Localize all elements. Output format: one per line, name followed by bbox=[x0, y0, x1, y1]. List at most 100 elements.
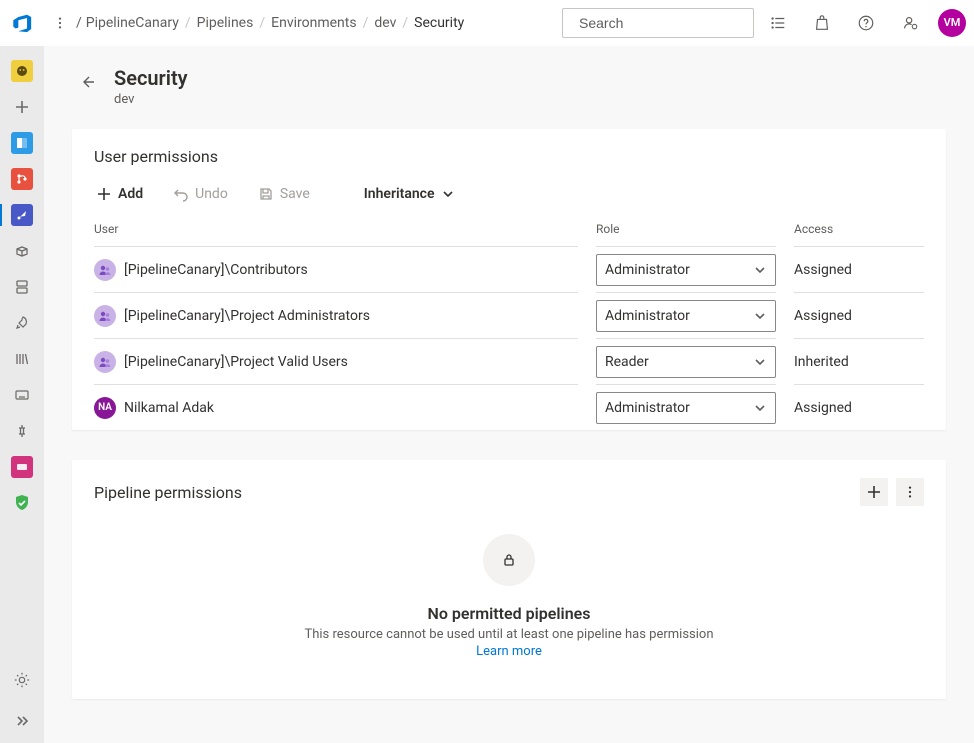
add-pipeline-button[interactable] bbox=[860, 478, 888, 506]
kebab-icon bbox=[53, 16, 67, 30]
role-select[interactable]: Administrator bbox=[596, 254, 776, 286]
header-account-button[interactable] bbox=[890, 0, 930, 46]
commandbar: Add Undo Save Inheritance bbox=[90, 182, 924, 206]
variable-icon bbox=[14, 423, 30, 439]
page-title: Security bbox=[114, 66, 188, 90]
chevron-down-icon bbox=[753, 355, 767, 369]
project-avatar-icon bbox=[11, 60, 33, 82]
table-row-user[interactable]: [PipelineCanary]\Project Valid Users bbox=[94, 338, 578, 384]
empty-state-description: This resource cannot be used until at le… bbox=[304, 627, 713, 642]
table-row-role: Administrator bbox=[596, 246, 776, 292]
table-row-user[interactable]: NA Nilkamal Adak bbox=[94, 384, 578, 430]
repos-icon bbox=[11, 168, 33, 190]
sidebar-server[interactable] bbox=[0, 270, 44, 304]
table-row-access: Assigned bbox=[794, 292, 924, 338]
table-row-user[interactable]: [PipelineCanary]\Contributors bbox=[94, 246, 578, 292]
role-select[interactable]: Administrator bbox=[596, 300, 776, 332]
sidebar-boards[interactable] bbox=[0, 126, 44, 160]
list-icon bbox=[769, 14, 787, 32]
chevron-down-icon bbox=[441, 187, 455, 201]
search-input[interactable] bbox=[577, 14, 762, 32]
sidebar-repos[interactable] bbox=[0, 162, 44, 196]
sidebar-pipelines[interactable] bbox=[0, 198, 44, 232]
gear-icon bbox=[13, 671, 31, 689]
breadcrumb-item[interactable]: dev bbox=[374, 15, 396, 31]
breadcrumb-item[interactable]: PipelineCanary bbox=[86, 15, 179, 31]
chevron-down-icon bbox=[753, 401, 767, 415]
plus-icon bbox=[96, 186, 112, 202]
user-permissions-card: User permissions Add Undo Save Inheritan… bbox=[72, 129, 946, 430]
library-icon bbox=[14, 351, 30, 367]
sidebar bbox=[0, 46, 44, 743]
sidebar-deploys[interactable] bbox=[0, 450, 44, 484]
shopping-bag-icon bbox=[813, 14, 831, 32]
table-row-role: Administrator bbox=[596, 292, 776, 338]
column-header-role: Role bbox=[596, 218, 776, 246]
breadcrumb-item[interactable]: Pipelines bbox=[197, 15, 254, 31]
table-row-access: Assigned bbox=[794, 384, 924, 430]
page-subtitle: dev bbox=[114, 92, 188, 107]
lock-icon-circle bbox=[483, 534, 535, 586]
sidebar-expand[interactable] bbox=[0, 699, 44, 743]
main-content: Security dev User permissions Add Undo S… bbox=[44, 46, 974, 743]
header-shopping-button[interactable] bbox=[802, 0, 842, 46]
user-name: Nilkamal Adak bbox=[124, 400, 214, 416]
user-name: [PipelineCanary]\Project Valid Users bbox=[124, 354, 348, 370]
save-button: Save bbox=[252, 182, 316, 206]
azure-devops-icon bbox=[11, 12, 33, 34]
pipeline-more-button[interactable] bbox=[896, 478, 924, 506]
sidebar-new[interactable] bbox=[0, 90, 44, 124]
search-box[interactable] bbox=[562, 8, 754, 38]
inheritance-dropdown[interactable]: Inheritance bbox=[358, 182, 461, 206]
group-avatar-icon bbox=[94, 351, 116, 373]
person-settings-icon bbox=[901, 14, 919, 32]
sidebar-project-avatar[interactable] bbox=[0, 54, 44, 88]
header-list-button[interactable] bbox=[758, 0, 798, 46]
sidebar-settings[interactable] bbox=[0, 663, 44, 697]
table-row-role: Reader bbox=[596, 338, 776, 384]
sidebar-artifacts[interactable] bbox=[0, 234, 44, 268]
sidebar-compliance[interactable] bbox=[0, 486, 44, 520]
plus-icon bbox=[14, 99, 30, 115]
rocket-icon bbox=[14, 315, 30, 331]
user-avatar[interactable]: VM bbox=[938, 9, 966, 37]
sidebar-rocket[interactable] bbox=[0, 306, 44, 340]
kebab-icon bbox=[903, 485, 917, 499]
header-help-button[interactable] bbox=[846, 0, 886, 46]
user-name: [PipelineCanary]\Project Administrators bbox=[124, 308, 370, 324]
sidebar-variable[interactable] bbox=[0, 414, 44, 448]
back-button[interactable] bbox=[76, 70, 100, 94]
sidebar-keyboard[interactable] bbox=[0, 378, 44, 412]
empty-state-title: No permitted pipelines bbox=[428, 604, 591, 623]
lock-icon bbox=[501, 552, 517, 568]
role-select[interactable]: Reader bbox=[596, 346, 776, 378]
table-row-role: Administrator bbox=[596, 384, 776, 430]
save-icon bbox=[258, 186, 274, 202]
person-avatar: NA bbox=[94, 397, 116, 419]
chevrons-right-icon bbox=[14, 713, 30, 729]
role-select[interactable]: Administrator bbox=[596, 392, 776, 424]
help-icon bbox=[857, 14, 875, 32]
sidebar-library[interactable] bbox=[0, 342, 44, 376]
product-logo[interactable] bbox=[0, 0, 44, 46]
user-name: [PipelineCanary]\Contributors bbox=[124, 262, 308, 278]
header-more-button[interactable] bbox=[48, 16, 72, 30]
column-header-user: User bbox=[94, 218, 578, 246]
permissions-table: User Role Access [PipelineCanary]\Contri… bbox=[94, 218, 924, 430]
breadcrumb-item[interactable]: Environments bbox=[271, 15, 356, 31]
arrow-left-icon bbox=[80, 74, 96, 90]
pipeline-permissions-card: Pipeline permissions No permitted pipeli… bbox=[72, 460, 946, 699]
add-button[interactable]: Add bbox=[90, 182, 149, 206]
keyboard-icon bbox=[14, 387, 30, 403]
table-row-access: Inherited bbox=[794, 338, 924, 384]
undo-button: Undo bbox=[167, 182, 234, 206]
pipelines-icon bbox=[11, 204, 33, 226]
column-header-access: Access bbox=[794, 218, 924, 246]
breadcrumb: PipelineCanary / Pipelines / Environment… bbox=[86, 15, 465, 31]
breadcrumb-item[interactable]: Security bbox=[414, 15, 464, 31]
user-permissions-title: User permissions bbox=[94, 147, 924, 166]
table-row-user[interactable]: [PipelineCanary]\Project Administrators bbox=[94, 292, 578, 338]
artifacts-icon bbox=[14, 243, 30, 259]
empty-state: No permitted pipelines This resource can… bbox=[94, 514, 924, 699]
learn-more-link[interactable]: Learn more bbox=[476, 644, 542, 659]
